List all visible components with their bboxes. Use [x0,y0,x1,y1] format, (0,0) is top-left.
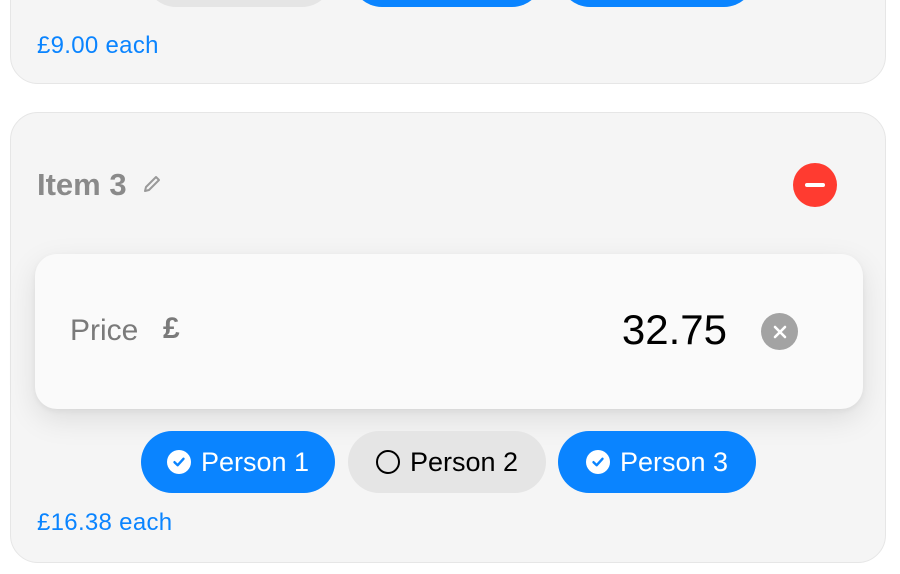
per-person-amount: £9.00 each [37,32,159,59]
pencil-icon[interactable] [141,167,163,203]
person-chip-1[interactable]: Person 1 [141,431,335,493]
clear-price-button[interactable] [761,313,798,350]
person-chip-prev-3[interactable] [559,0,755,7]
empty-circle-icon [375,450,400,474]
item-title-row[interactable]: Item 3 [37,167,163,203]
person-chip-label: Person 3 [619,446,729,477]
currency-symbol: £ [163,312,180,345]
price-field[interactable]: Price £ [35,254,863,409]
person-chip-prev-1[interactable] [145,0,333,7]
checkmark-circle-icon [166,450,191,474]
clear-x-icon [773,325,786,338]
item-card: Item 3 Price £ Person 1 Person 2 [10,112,886,563]
price-input[interactable] [427,306,727,354]
price-label: Price [70,314,139,347]
person-chip-prev-2[interactable] [351,0,543,7]
person-chip-label: Person 2 [409,446,519,477]
minus-circle-icon [805,183,825,187]
person-chip-label: Person 1 [200,446,310,477]
checkmark-circle-icon [585,450,610,474]
item-title: Item 3 [37,167,127,202]
person-chip-3[interactable]: Person 3 [558,431,756,493]
per-person-amount: £16.38 each [37,509,173,536]
item-card-previous: £9.00 each [10,0,886,84]
person-chip-2[interactable]: Person 2 [348,431,546,493]
remove-item-button[interactable] [793,163,837,207]
